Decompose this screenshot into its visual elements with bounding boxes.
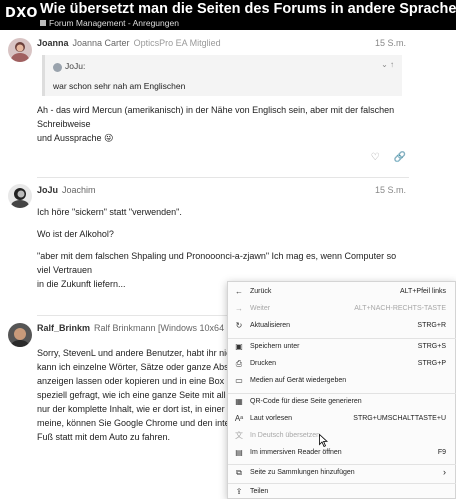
menu-item-label: Weiter (250, 305, 271, 312)
post-line: Ich höre "sickern" statt "verwenden". (37, 207, 182, 217)
post-author: JoJu Joachim (37, 185, 96, 195)
category-badge-icon (40, 20, 46, 26)
post-actions: ♡ 🔗 (357, 152, 406, 163)
post-body: Ich höre "sickern" statt "verwenden". Wo… (37, 205, 409, 291)
menu-item-shortcut: F9 (437, 449, 446, 456)
menu-item-read-aloud[interactable]: Aᵃ Laut vorlesen STRG+UMSCHALTTASTE+U (228, 411, 456, 427)
username[interactable]: Joanna (37, 38, 69, 48)
menu-item-cast[interactable]: ▭ Medien auf Gerät wiedergeben (228, 373, 456, 389)
username[interactable]: Ralf_Brinkm (37, 323, 90, 333)
post-author: Joanna Joanna Carter OpticsPro EA Mitglied (37, 38, 221, 48)
menu-item-label: Zurück (250, 288, 272, 295)
menu-item-label: QR-Code für diese Seite generieren (250, 398, 362, 405)
full-name: Joanna Carter (72, 38, 130, 48)
menu-item-label: Drucken (250, 360, 277, 367)
post-line: Fuß statt mit dem Auto zu fahren. (37, 432, 171, 442)
mouse-cursor-icon (319, 434, 328, 447)
post-line: speziell gefragt, wie ich eine ganze Sei… (37, 390, 237, 400)
post-line: kann ich einzelne Wörter, Sätze oder gan… (37, 362, 237, 372)
menu-item-label: In Deutsch übersetzen (250, 432, 321, 439)
breadcrumb[interactable]: Forum Management - Anregungen (40, 18, 179, 28)
quote-text: war schon sehr nah am Englischen (53, 81, 186, 91)
menu-item-label: Aktualisieren (250, 322, 291, 329)
post-body: Sorry, StevenL und andere Benutzer, habt… (37, 346, 237, 444)
menu-item-add-to-collections[interactable]: ⧉ Seite zu Sammlungen hinzufügen › (228, 465, 456, 481)
site-logo[interactable]: DXO (5, 6, 38, 21)
post-line: "aber mit dem falschen Shpaling und Pron… (37, 251, 397, 275)
menu-item-label: Teilen (250, 488, 269, 495)
post-line: anzeigen lassen oder kopieren und in ein… (37, 376, 237, 386)
post-divider (37, 177, 409, 178)
page-title[interactable]: Wie übersetzt man die Seiten des Forums … (40, 1, 456, 17)
cast-icon: ▭ (235, 376, 243, 385)
back-arrow-icon: ← (235, 287, 243, 296)
like-heart-icon[interactable]: ♡ (371, 152, 380, 163)
qr-code-icon: ▦ (235, 397, 243, 406)
quote-expand-controls[interactable]: ⌄ ↑ (381, 60, 394, 69)
quote-block: JoJu: ⌄ ↑ war schon sehr nah am Englisch… (42, 55, 402, 96)
post-date[interactable]: 15 S.m. (375, 185, 406, 195)
menu-item-label: Medien auf Gerät wiedergeben (250, 377, 347, 384)
post-body: Ah - das wird Mercun (amerikanisch) in d… (37, 103, 409, 145)
post-line: Ah - das wird Mercun (amerikanisch) in d… (37, 105, 395, 129)
share-link-icon[interactable]: 🔗 (394, 152, 406, 163)
quote-user: JoJu: (65, 61, 86, 71)
menu-item-shortcut: STRG+S (417, 343, 446, 350)
read-aloud-icon: Aᵃ (234, 414, 244, 423)
username[interactable]: JoJu (37, 185, 58, 195)
menu-item-shortcut: ALT+Pfeil links (400, 288, 446, 295)
menu-item-label: Laut vorlesen (250, 415, 293, 422)
post-line: meine, können Sie Google Chrome und den … (37, 418, 237, 428)
menu-item-shortcut: ALT+NACH-RECHTS-TASTE (354, 305, 446, 312)
avatar[interactable] (8, 323, 32, 347)
menu-item-label: Seite zu Sammlungen hinzufügen (250, 469, 355, 476)
post-author: Ralf_Brinkm Ralf Brinkmann [Windows 10x64… (37, 323, 254, 333)
menu-item-qr-code[interactable]: ▦ QR-Code für diese Seite generieren (228, 394, 456, 410)
post-line: und Aussprache 😜 (37, 133, 114, 143)
immersive-reader-icon: ▤ (235, 448, 243, 457)
user-title: OpticsPro EA Mitglied (133, 38, 221, 48)
quote-avatar (53, 63, 62, 72)
menu-item-forward[interactable]: → Weiter ALT+NACH-RECHTS-TASTE (228, 301, 456, 317)
post-date[interactable]: 15 S.m. (375, 38, 406, 48)
print-icon: ⎙ (235, 359, 243, 368)
menu-item-print[interactable]: ⎙ Drucken STRG+P (228, 356, 456, 372)
forward-arrow-icon: → (235, 304, 243, 313)
menu-item-shortcut: STRG+UMSCHALTTASTE+U (353, 415, 446, 422)
menu-item-save-as[interactable]: ▣ Speichern unter STRG+S (228, 339, 456, 355)
menu-item-immersive-reader[interactable]: ▤ Im immersiven Reader öffnen F9 (228, 445, 456, 461)
post-line: Sorry, StevenL und andere Benutzer, habt… (37, 348, 237, 358)
submenu-chevron-icon: › (443, 467, 446, 477)
collections-icon: ⧉ (236, 468, 242, 477)
post-line: nur der komplette Inhalt, wie er dort is… (37, 404, 237, 414)
menu-item-label: Speichern unter (250, 343, 300, 350)
topic-header: DXO Wie übersetzt man die Seiten des For… (0, 0, 456, 30)
full-name: Joachim (62, 185, 96, 195)
avatar[interactable] (8, 38, 32, 62)
menu-item-back[interactable]: ← Zurück ALT+Pfeil links (228, 284, 456, 300)
menu-item-refresh[interactable]: ↻ Aktualisieren STRG+R (228, 318, 456, 334)
save-icon: ▣ (235, 342, 243, 351)
share-icon: ⇪ (235, 487, 243, 496)
menu-item-translate[interactable]: 文 In Deutsch übersetzen (228, 428, 456, 444)
avatar[interactable] (8, 184, 32, 208)
menu-item-label: Im immersiven Reader öffnen (250, 449, 342, 456)
menu-item-share[interactable]: ⇪ Teilen (228, 484, 456, 499)
browser-context-menu: ← Zurück ALT+Pfeil links → Weiter ALT+NA… (227, 281, 456, 499)
refresh-icon: ↻ (235, 321, 243, 330)
translate-icon: 文 (235, 431, 243, 440)
category-link[interactable]: Forum Management - Anregungen (49, 18, 179, 28)
post-line: Wo ist der Alkohol? (37, 229, 114, 239)
menu-item-shortcut: STRG+R (417, 322, 446, 329)
menu-item-shortcut: STRG+P (417, 360, 446, 367)
